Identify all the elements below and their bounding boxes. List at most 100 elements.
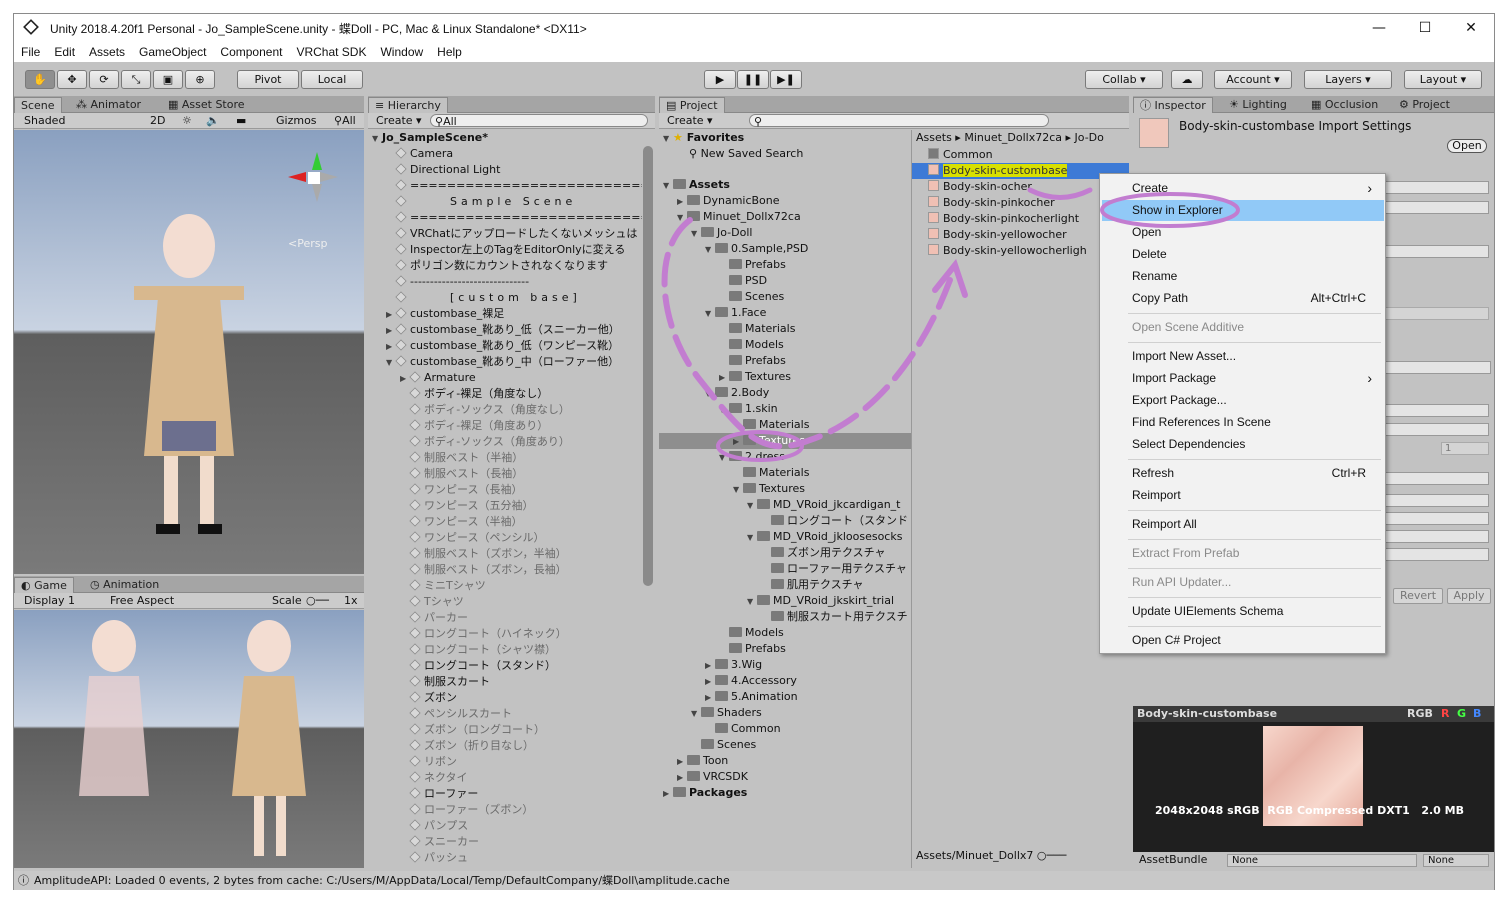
project-folder[interactable]: ▶ 4.Accessory [705, 673, 797, 689]
project-folder[interactable]: Scenes [691, 737, 756, 753]
project-folder[interactable]: ロングコート（スタンド [761, 513, 908, 529]
effects-icon[interactable]: ▬ [236, 113, 246, 129]
project-file[interactable]: Body-skin-pinkocherlight [912, 211, 1129, 227]
tab-animator[interactable]: ⁂ Animator [70, 97, 147, 113]
context-menu-item[interactable]: Find References In Scene [1132, 412, 1382, 432]
project-folder[interactable]: ▶ VRCSDK [677, 769, 748, 785]
hand-tool-button[interactable]: ✋ [25, 70, 55, 89]
project-folder[interactable]: ▶ Textures [719, 369, 791, 385]
r-channel-toggle[interactable]: R [1441, 706, 1449, 722]
pivot-button[interactable]: Pivot [237, 70, 299, 89]
expand-arrow-icon[interactable]: ▼ [747, 498, 757, 514]
hierarchy-item[interactable]: 制服ベスト（長袖） [400, 466, 642, 482]
hierarchy-item[interactable]: パーカー [400, 610, 642, 626]
project-file[interactable]: Body-skin-yellowocher [912, 227, 1129, 243]
hierarchy-item[interactable]: ▶ custombase_靴あり_低（ワンピース靴） [386, 338, 642, 354]
context-menu-item[interactable]: Update UIElements Schema [1132, 601, 1382, 621]
hierarchy-item[interactable]: 制服ベスト（半袖） [400, 450, 642, 466]
expand-arrow-icon[interactable]: ▶ [705, 674, 715, 690]
hierarchy-item[interactable]: ボディ-裸足（角度あり） [400, 418, 642, 434]
expand-arrow-icon[interactable]: ▼ [733, 482, 743, 498]
context-menu-item[interactable]: Rename [1132, 266, 1382, 286]
context-menu-item[interactable]: Reimport All [1132, 514, 1382, 534]
expand-arrow-icon[interactable]: ▼ [747, 594, 757, 610]
hierarchy-item[interactable]: スニーカー [400, 834, 642, 850]
local-button[interactable]: Local [301, 70, 363, 89]
scene-search-input[interactable]: ⚲All [334, 113, 356, 129]
project-file[interactable]: Body-skin-custombase [912, 163, 1129, 179]
project-file[interactable]: Body-skin-yellowocherligh [912, 243, 1129, 259]
inspector-number-field[interactable]: 1 [1441, 442, 1489, 455]
apply-button[interactable]: Apply [1447, 588, 1491, 604]
hierarchy-scene-root[interactable]: ▼ Jo_SampleScene* [372, 130, 488, 146]
expand-arrow-icon[interactable]: ▼ [705, 306, 715, 322]
project-folder[interactable]: ▼ MD_VRoid_jkskirt_trial [747, 593, 894, 609]
project-folder[interactable]: 肌用テクスチャ [761, 577, 864, 593]
expand-arrow-icon[interactable]: ▼ [386, 355, 396, 370]
scale-slider[interactable]: ○── [306, 593, 329, 609]
project-folder[interactable]: Scenes [719, 289, 784, 305]
project-folder[interactable]: ▼ MD_VRoid_jkloosesocks [747, 529, 902, 545]
hierarchy-item[interactable]: Tシャツ [400, 594, 642, 610]
aspect-dropdown[interactable]: Free Aspect [110, 593, 174, 609]
menu-component[interactable]: Component [220, 45, 282, 59]
pause-button[interactable]: ❚❚ [737, 70, 769, 89]
tab-hierarchy[interactable]: ≡ Hierarchy [368, 97, 448, 113]
close-button[interactable]: ✕ [1448, 14, 1494, 42]
expand-arrow-icon[interactable]: ▶ [719, 370, 729, 386]
hierarchy-item[interactable]: ▶ custombase_裸足 [386, 306, 642, 322]
project-create-button[interactable]: Create ▾ [667, 113, 713, 129]
hierarchy-item[interactable]: ワンピース（長袖） [400, 482, 642, 498]
hierarchy-item[interactable]: ネクタイ [400, 770, 642, 786]
project-search-input[interactable]: ⚲ [749, 114, 1049, 128]
context-menu-item[interactable]: Reimport [1132, 485, 1382, 505]
breadcrumb-minuet[interactable]: Minuet_Dollx72ca [964, 131, 1062, 144]
menu-assets[interactable]: Assets [89, 45, 125, 59]
breadcrumb-assets[interactable]: Assets [916, 131, 952, 144]
project-folder[interactable]: ▶ Toon [677, 753, 728, 769]
project-folder[interactable]: ▼ 0.Sample,PSD [705, 241, 808, 257]
account-dropdown[interactable]: Account ▾ [1214, 70, 1292, 89]
context-menu-item[interactable]: Delete [1132, 244, 1382, 264]
hierarchy-item[interactable]: ローファー [400, 786, 642, 802]
project-folder[interactable]: ▶ Textures [659, 433, 911, 449]
project-folder[interactable]: ▼ Textures [733, 481, 805, 497]
project-folder[interactable]: ▶ 3.Wig [705, 657, 762, 673]
tab-project-settings[interactable]: ⚙ Project [1393, 97, 1456, 113]
project-folder[interactable]: Prefabs [719, 353, 786, 369]
expand-arrow-icon[interactable]: ▼ [705, 242, 715, 258]
menu-gameobject[interactable]: GameObject [139, 45, 206, 59]
hierarchy-item[interactable]: Camera [386, 146, 642, 162]
hierarchy-item[interactable]: パッシュ [400, 850, 642, 866]
hierarchy-item[interactable]: Sample Scene [386, 194, 642, 210]
hierarchy-item[interactable]: ロングコート（スタンド） [400, 658, 642, 674]
step-button[interactable]: ▶❚ [770, 70, 802, 89]
revert-button[interactable]: Revert [1393, 588, 1443, 604]
project-file[interactable]: Common [912, 147, 1129, 163]
context-menu-item[interactable]: Import New Asset... [1132, 346, 1382, 366]
tab-project[interactable]: ▤ Project [659, 97, 725, 113]
expand-arrow-icon[interactable]: ▼ [691, 706, 701, 722]
rect-tool-button[interactable]: ▣ [153, 70, 183, 89]
hierarchy-item[interactable]: パンプス [400, 818, 642, 834]
tab-animation[interactable]: ◷ Animation [84, 577, 165, 593]
context-menu-item[interactable]: Refresh Ctrl+R [1132, 463, 1382, 483]
tab-game[interactable]: ◐ Game [14, 577, 74, 593]
expand-arrow-icon[interactable]: ▼ [705, 386, 715, 402]
tab-lighting[interactable]: ☀ Lighting [1223, 97, 1293, 113]
hierarchy-item[interactable]: Inspector左上のTagをEditorOnlyに変える [386, 242, 642, 258]
hierarchy-item[interactable]: 制服ベスト（ズボン，半袖） [400, 546, 642, 562]
hierarchy-item[interactable]: ズボン [400, 690, 642, 706]
project-file[interactable]: Body-skin-pinkocher [912, 195, 1129, 211]
expand-arrow-icon[interactable]: ▼ [691, 226, 701, 242]
expand-arrow-icon[interactable]: ▼ [677, 210, 687, 226]
move-tool-button[interactable]: ✥ [57, 70, 87, 89]
project-folder[interactable]: PSD [719, 273, 767, 289]
hierarchy-item[interactable]: 制服ベスト（ズボン，長袖） [400, 562, 642, 578]
project-folder[interactable]: ▼ 1.Face [705, 305, 766, 321]
hierarchy-item[interactable]: ボディ-ソックス（角度あり） [400, 434, 642, 450]
hierarchy-item[interactable]: [custom base] [386, 290, 642, 306]
maximize-button[interactable]: ☐ [1402, 14, 1448, 42]
hierarchy-item[interactable]: ポリゴン数にカウントされなくなります [386, 258, 642, 274]
transform-tool-button[interactable]: ⊕ [185, 70, 215, 89]
